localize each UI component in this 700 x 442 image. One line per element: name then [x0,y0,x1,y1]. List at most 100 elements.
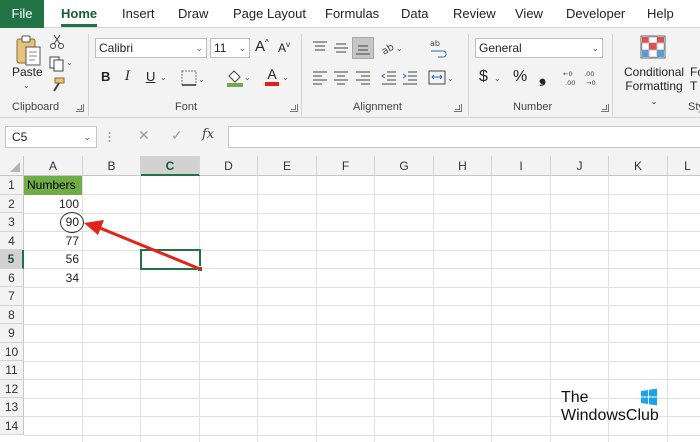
borders-icon[interactable]: ⌄ [181,70,205,88]
format-as-table-label-2: T [690,79,698,93]
svg-text:.00: .00 [565,79,575,87]
font-size-value: 11 [214,41,227,55]
tab-page-layout[interactable]: Page Layout [233,0,306,28]
ribbon-separator [88,34,89,116]
tab-formulas[interactable]: Formulas [325,0,379,28]
copy-icon[interactable] [49,56,65,72]
align-left-icon[interactable] [312,70,328,86]
number-group-label: Number [513,101,553,113]
font-color-dropdown-icon[interactable]: ⌄ [282,73,289,82]
svg-text:⌄: ⌄ [198,75,205,84]
currency-button[interactable]: $ [479,68,488,86]
clipboard-launcher-icon[interactable] [76,104,84,112]
svg-text:←0: ←0 [563,70,573,78]
ribbon-separator [612,34,613,116]
underline-button[interactable]: U [146,69,155,84]
tab-help[interactable]: Help [647,0,674,28]
decrease-indent-icon[interactable] [381,70,397,86]
tab-home[interactable]: Home [61,0,98,28]
windows-logo-icon [641,388,657,406]
chevron-down-icon: ⌄ [591,43,599,53]
clipboard-group-label: Clipboard [12,101,60,113]
tab-data[interactable]: Data [401,0,428,28]
align-middle-icon[interactable] [333,40,349,56]
insert-function-button[interactable]: fx [202,127,214,142]
alignment-group-label: Alignment [353,101,402,113]
name-box[interactable]: C5 ⌄ [5,126,97,148]
font-name-combo[interactable]: Calibri ⌄ [95,38,207,58]
font-color-button[interactable]: A [265,66,279,86]
svg-text:.00: .00 [584,70,594,78]
formula-input[interactable] [228,126,700,148]
cut-icon[interactable] [49,34,65,50]
align-center-icon[interactable] [333,70,349,86]
alignment-launcher-icon[interactable] [454,104,462,112]
svg-text:ab: ab [380,42,396,57]
tab-developer[interactable]: Developer [566,0,625,28]
name-box-value: C5 [12,130,28,144]
paste-icon[interactable] [14,34,44,68]
chevron-down-icon: ⌄ [83,132,91,142]
enter-entry-button[interactable]: ✓ [171,127,183,144]
ribbon-home: Paste ⌄ ⌄ Clipboard Calibri ⌄ 11 ⌄ A^ Av… [0,28,700,118]
increase-decimal-icon[interactable]: ←0 .00 [563,69,581,87]
conditional-formatting-icon[interactable] [640,35,668,61]
conditional-formatting-label-1: Conditional [624,65,685,79]
format-as-table-label-1: Fo [690,65,700,79]
grow-font-glyph: A [255,38,266,55]
styles-group-label: Sty [688,101,700,113]
chevron-down-icon: ⌄ [238,43,246,53]
cancel-entry-button[interactable]: ✕ [138,127,150,144]
number-format-combo[interactable]: General ⌄ [475,38,603,58]
decrease-decimal-icon[interactable]: .00 →0 [584,69,602,87]
tab-review[interactable]: Review [453,0,496,28]
align-bottom-button[interactable] [352,37,374,59]
tab-view[interactable]: View [515,0,543,28]
conditional-formatting-button[interactable]: Conditional Formatting ⌄ [624,65,684,109]
font-size-combo[interactable]: 11 ⌄ [210,38,250,58]
align-top-icon[interactable] [312,40,328,56]
formula-bar-grip-icon[interactable] [108,131,111,143]
align-bottom-icon [356,45,370,55]
font-name-value: Calibri [99,41,134,55]
bold-button[interactable]: B [101,69,110,84]
font-color-swatch [265,82,279,86]
watermark-line-2: WindowsClub [561,407,659,424]
decrease-font-size-button[interactable]: Av [278,40,290,55]
tab-draw[interactable]: Draw [178,0,208,28]
chevron-down-icon: ⌄ [195,43,203,53]
percent-button[interactable]: % [513,68,527,86]
tab-file[interactable]: File [0,0,44,28]
shrink-font-glyph: A [278,41,287,55]
svg-text:⌄: ⌄ [244,73,251,82]
fill-color-icon[interactable]: ⌄ [225,68,251,88]
orientation-icon[interactable]: ab ⌄ [380,39,404,57]
format-painter-icon[interactable] [49,77,65,93]
merge-center-icon[interactable]: ⌄ [428,69,454,87]
ribbon-tab-bar: File Home Insert Draw Page Layout Formul… [0,0,700,28]
number-launcher-icon[interactable] [601,104,609,112]
font-color-glyph: A [267,66,277,82]
copy-dropdown-icon[interactable]: ⌄ [66,58,73,67]
format-as-table-button[interactable]: Fo T [690,65,700,93]
wrap-text-icon[interactable]: ab [429,38,447,58]
increase-indent-icon[interactable] [402,70,418,86]
italic-button[interactable]: I [125,69,130,84]
svg-text:⌄: ⌄ [447,74,454,83]
font-launcher-icon[interactable] [290,104,298,112]
svg-text:⌄: ⌄ [396,44,403,53]
align-right-icon[interactable] [355,70,371,86]
currency-dropdown-icon[interactable]: ⌄ [494,74,501,83]
comma-style-button[interactable]: ❟ [539,66,546,87]
increase-font-size-button[interactable]: A^ [255,38,269,55]
paste-button[interactable]: Paste [12,65,43,79]
font-group-label: Font [175,101,198,113]
svg-text:→0: →0 [586,79,596,87]
ribbon-separator [301,34,302,116]
ribbon-separator [468,34,469,116]
tab-insert[interactable]: Insert [122,0,155,28]
underline-dropdown-icon[interactable]: ⌄ [160,73,167,82]
formula-bar: C5 ⌄ ✕ ✓ fx [0,118,700,156]
number-format-value: General [479,41,522,55]
paste-dropdown-icon[interactable]: ⌄ [23,81,30,90]
